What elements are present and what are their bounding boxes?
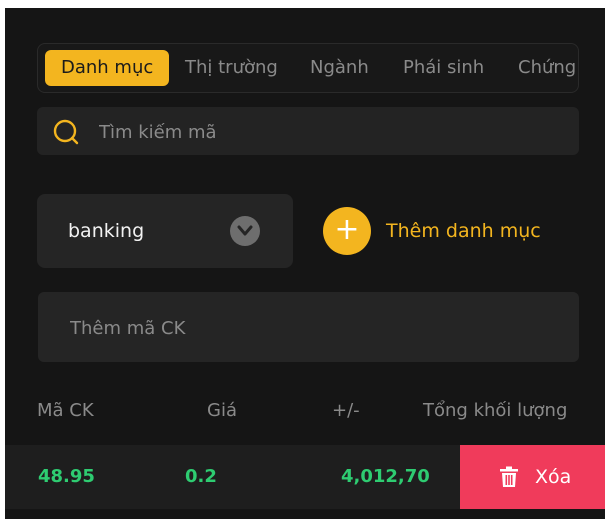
row-symbol: 48.95 — [38, 466, 95, 487]
table-row[interactable]: 48.95 0.2 4,012,70 Xóa — [5, 445, 605, 509]
search-box — [37, 107, 579, 157]
portfolio-selected-value: banking — [68, 220, 145, 242]
tab-chung-quyen[interactable]: Chứng — [518, 50, 576, 86]
column-header-price: Giá — [207, 400, 237, 421]
row-change: 4,012,70 — [341, 466, 430, 487]
plus-icon: + — [323, 207, 371, 255]
search-input[interactable] — [97, 107, 561, 157]
column-header-symbol: Mã CK — [37, 400, 94, 421]
add-portfolio-label: Thêm danh mục — [386, 220, 541, 242]
search-icon — [53, 119, 79, 145]
tab-thi-truong[interactable]: Thị trường — [185, 50, 278, 86]
add-symbol-input[interactable] — [68, 292, 552, 364]
trash-icon — [500, 466, 518, 487]
portfolio-select[interactable]: banking — [37, 194, 293, 268]
delete-label: Xóa — [535, 466, 572, 488]
tab-bar: Danh mục Thị trường Ngành Phái sinh Chứn… — [37, 43, 579, 93]
chevron-down-icon — [230, 216, 260, 246]
column-header-change: +/- — [332, 400, 360, 421]
row-price: 0.2 — [185, 466, 217, 487]
tab-phai-sinh[interactable]: Phái sinh — [403, 50, 484, 86]
column-header-total-volume: Tổng khối lượng — [423, 400, 568, 421]
tab-danh-muc[interactable]: Danh mục — [45, 50, 170, 86]
watchlist-panel: Danh mục Thị trường Ngành Phái sinh Chứn… — [5, 8, 605, 519]
delete-button[interactable]: Xóa — [460, 445, 605, 509]
add-symbol-box — [38, 292, 579, 364]
tab-nganh[interactable]: Ngành — [310, 50, 369, 86]
